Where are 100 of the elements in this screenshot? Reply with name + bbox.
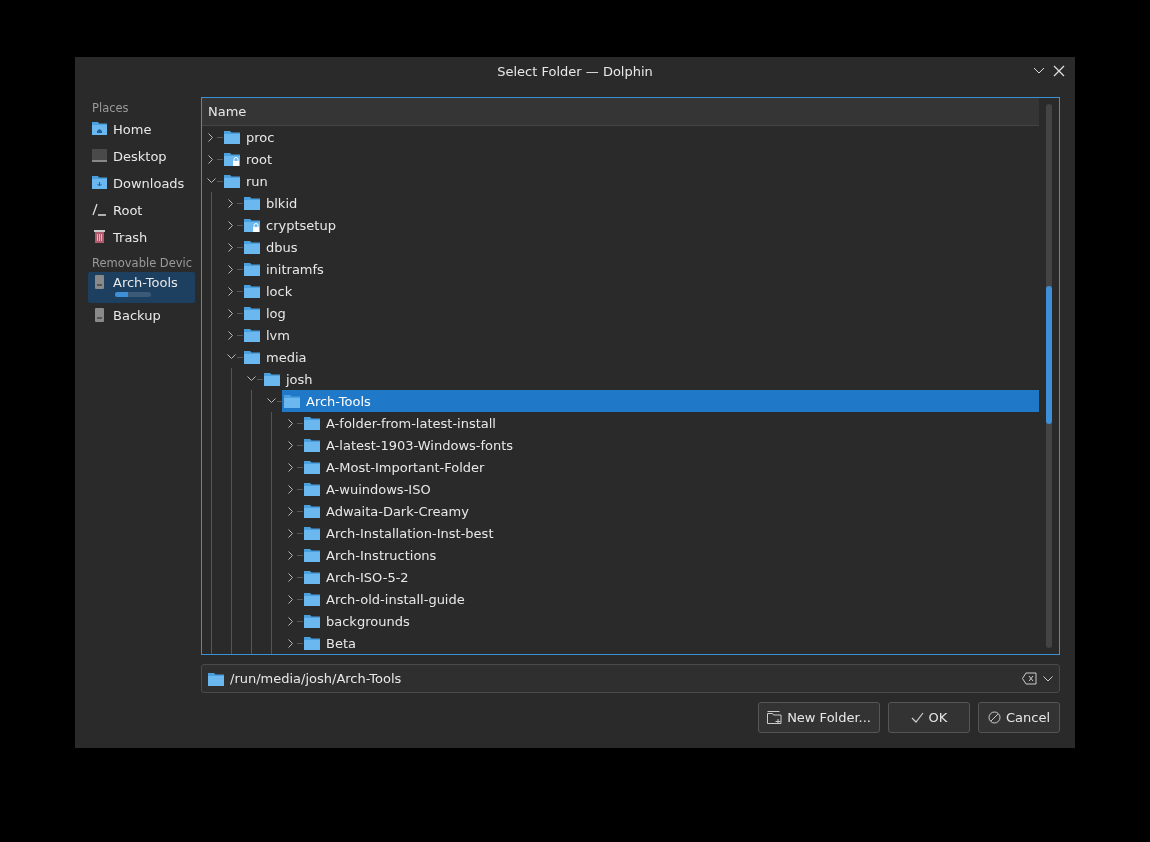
folder-name: Arch-Instructions [326,547,437,563]
close-icon[interactable] [1053,63,1065,79]
folder-name: dbus [266,239,298,255]
folder-name: run [246,173,268,189]
places-item[interactable]: Downloads [88,171,195,198]
folder-row[interactable]: A-folder-from-latest-install [302,412,1039,434]
folder-name: proc [246,129,275,145]
folder-row[interactable]: Beta [302,632,1039,654]
folder-name: Adwaita-Dark-Creamy [326,503,469,519]
new-folder-button[interactable]: New Folder... [758,702,880,733]
folder-row[interactable]: initramfs [242,258,1039,280]
expand-chevron-icon[interactable] [288,638,294,648]
path-field[interactable]: /run/media/josh/Arch-Tools [230,671,1016,686]
expand-chevron-icon[interactable] [228,308,234,318]
folder-row[interactable]: root [222,148,1039,170]
folder-row[interactable]: log [242,302,1039,324]
folder-name: lvm [266,327,290,343]
folder-name: josh [286,371,313,387]
expand-chevron-icon[interactable] [228,286,234,296]
home-folder-icon [92,122,107,135]
folder-row[interactable]: blkid [242,192,1039,214]
collapse-chevron-icon[interactable] [227,354,236,360]
expand-chevron-icon[interactable] [288,418,294,428]
expand-chevron-icon[interactable] [288,594,294,604]
collapse-chevron-icon[interactable] [207,178,216,184]
monitor-icon [92,149,107,162]
folder-row[interactable]: dbus [242,236,1039,258]
places-item[interactable]: Arch-Tools [88,272,195,303]
collapse-chevron-icon[interactable] [247,376,256,382]
folder-row[interactable]: Arch-Instructions [302,544,1039,566]
cancel-button[interactable]: Cancel [978,702,1060,733]
dropdown-chevron-icon[interactable] [1043,675,1053,682]
expand-chevron-icon[interactable] [288,572,294,582]
expand-chevron-icon[interactable] [228,242,234,252]
capacity-bar [115,292,151,297]
trash-icon [92,230,107,243]
places-item[interactable]: Root [88,198,195,225]
folder-name: Arch-Tools [306,393,371,409]
folder-name: A-latest-1903-Windows-fonts [326,437,514,453]
folder-row[interactable]: Arch-old-install-guide [302,588,1039,610]
expand-chevron-icon[interactable] [288,440,294,450]
folder-row[interactable]: Arch-Tools [282,390,1039,412]
folder-name: Arch-ISO-5-2 [326,569,409,585]
folder-row[interactable]: backgrounds [302,610,1039,632]
drive-icon [92,275,107,289]
places-item[interactable]: Home [88,117,195,144]
folder-row[interactable]: josh [262,368,1039,390]
folder-name: Arch-old-install-guide [326,591,465,607]
expand-chevron-icon[interactable] [288,506,294,516]
folder-row[interactable]: A-wuindows-ISO [302,478,1039,500]
expand-chevron-icon[interactable] [288,616,294,626]
folder-row[interactable]: Arch-Installation-Inst-best [302,522,1039,544]
expand-chevron-icon[interactable] [288,528,294,538]
places-label: Downloads [113,176,185,191]
folder-row[interactable]: cryptsetup [242,214,1039,236]
expand-chevron-icon[interactable] [228,330,234,340]
clear-icon[interactable] [1022,672,1037,685]
folder-row[interactable]: proc [222,126,1039,148]
folder-row[interactable]: run [222,170,1039,192]
expand-chevron-icon[interactable] [228,220,234,230]
places-label: Home [113,122,152,137]
expand-chevron-icon[interactable] [288,550,294,560]
folder-row[interactable]: Adwaita-Dark-Creamy [302,500,1039,522]
places-item[interactable]: Backup [88,303,195,330]
folder-name: Arch-Installation-Inst-best [326,525,494,541]
scrollbar[interactable] [1046,104,1052,648]
places-section-header: Places [91,100,130,117]
folder-row[interactable]: A-latest-1903-Windows-fonts [302,434,1039,456]
places-item[interactable]: Desktop [88,144,195,171]
folder-name: Beta [326,635,356,651]
places-label: Root [113,203,143,218]
folder-name: blkid [266,195,298,211]
expand-chevron-icon[interactable] [288,462,294,472]
scrollbar-thumb[interactable] [1046,286,1052,424]
expand-chevron-icon[interactable] [208,132,214,142]
column-header[interactable]: Name [202,98,1039,126]
folder-name: A-wuindows-ISO [326,481,431,497]
root-slash-icon [92,203,107,216]
folder-name: lock [266,283,293,299]
ok-button[interactable]: OK [888,702,970,733]
places-section-header: Removable Devic [91,255,194,272]
folder-row[interactable]: Arch-ISO-5-2 [302,566,1039,588]
expand-chevron-icon[interactable] [228,264,234,274]
expand-chevron-icon[interactable] [288,484,294,494]
folder-row[interactable]: A-Most-Important-Folder [302,456,1039,478]
folder-name: cryptsetup [266,217,336,233]
folder-row[interactable]: lock [242,280,1039,302]
folder-row[interactable]: media [242,346,1039,368]
folder-row[interactable]: lvm [242,324,1039,346]
folder-name: A-Most-Important-Folder [326,459,485,475]
checkmark-icon [910,712,924,723]
places-item[interactable]: Trash [88,225,195,252]
places-label: Backup [113,308,161,323]
collapse-chevron-icon[interactable] [267,398,276,404]
downloads-folder-icon [92,176,107,189]
folder-name: media [266,349,307,365]
expand-chevron-icon[interactable] [228,198,234,208]
path-bar[interactable]: /run/media/josh/Arch-Tools [201,664,1060,693]
drive-icon [92,308,107,322]
expand-chevron-icon[interactable] [208,154,214,164]
